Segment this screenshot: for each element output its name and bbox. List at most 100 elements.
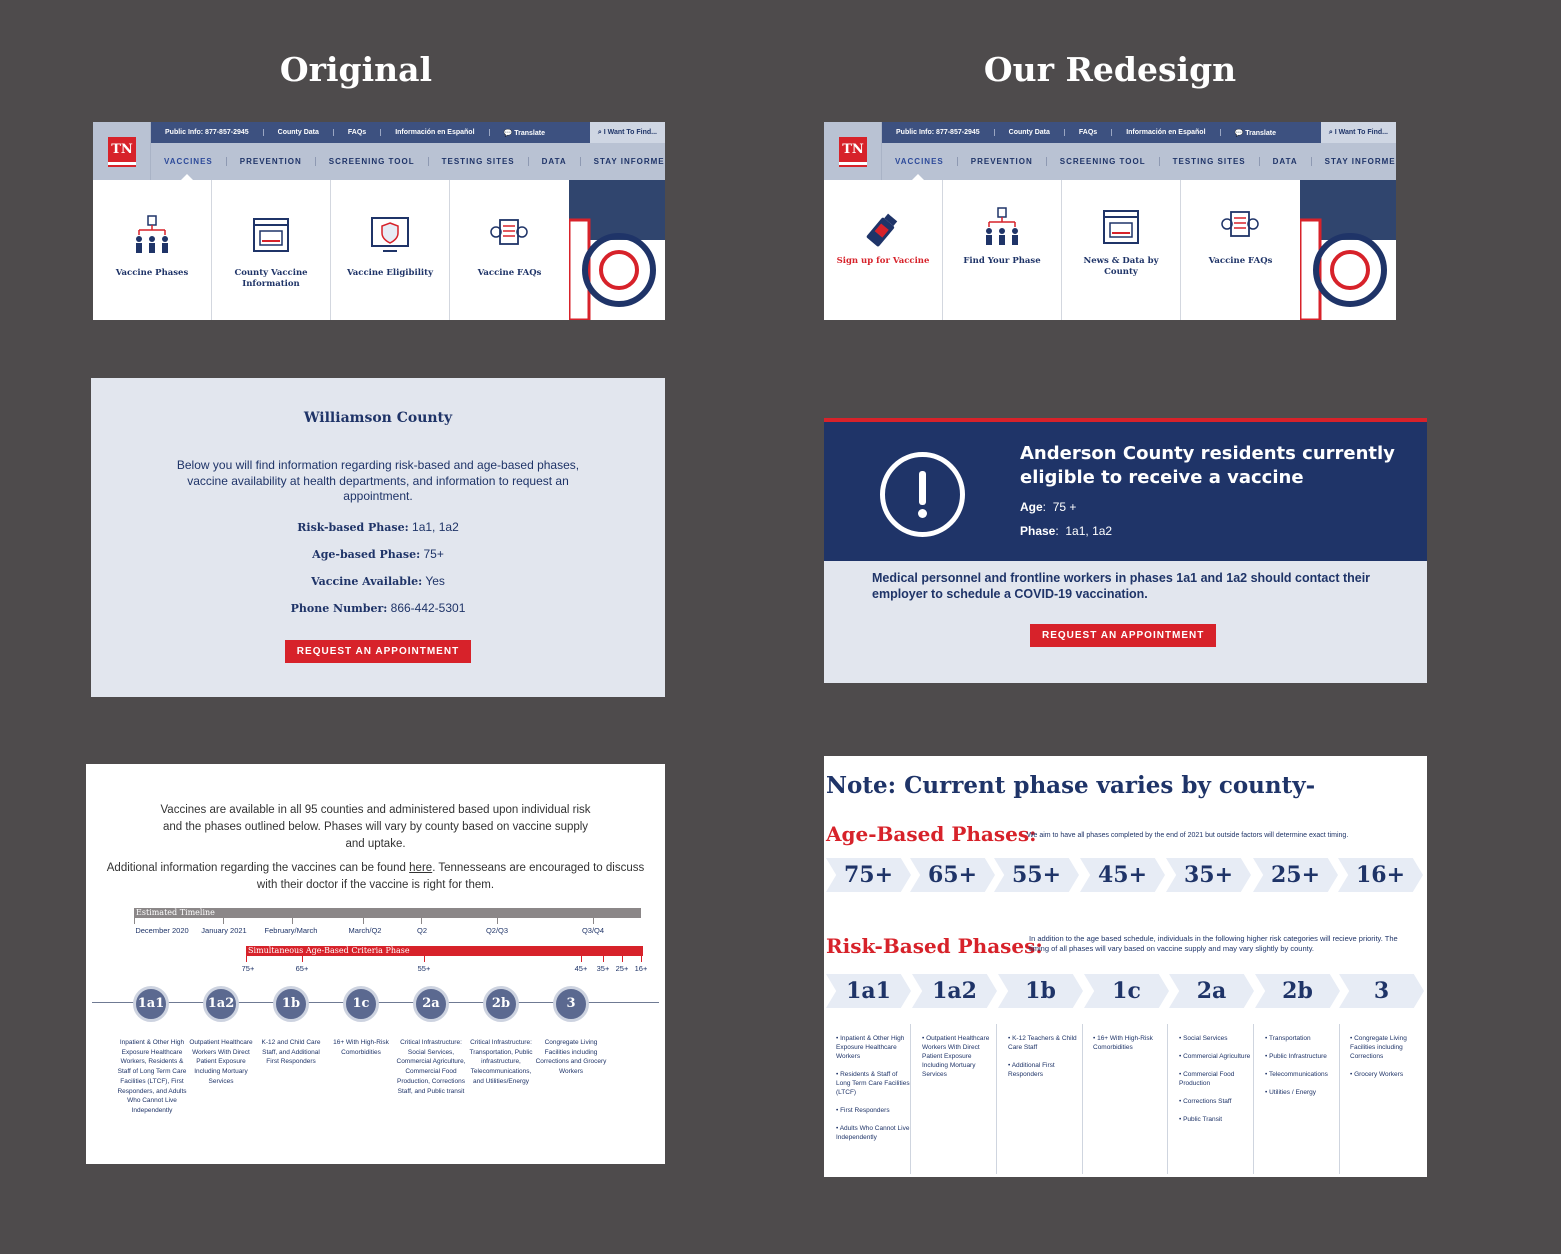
phase-desc: Critical Infrastructure: Transportation,…: [469, 1039, 533, 1085]
age-label: 35+: [596, 964, 610, 973]
shield-icon: [371, 217, 409, 252]
list-item: • Social Services: [1179, 1035, 1228, 1042]
eligibility-banner: Anderson County residents currently elig…: [824, 418, 1427, 561]
menu-screening-tool[interactable]: SCREENING TOOL: [316, 157, 429, 166]
phase-circle-1c[interactable]: 1c: [343, 986, 379, 1022]
request-appointment-button[interactable]: REQUEST AN APPOINTMENT: [1030, 624, 1217, 647]
tn-logo[interactable]: TN: [824, 122, 882, 180]
phase-circle-2a[interactable]: 2a: [413, 986, 449, 1022]
age-row: Age: 75 +: [1020, 500, 1077, 514]
age-label: 25+: [615, 964, 629, 973]
age-based-title: Age-Based Phases:: [826, 822, 1037, 846]
risk-column-3: • Congregate Living Facilities including…: [1340, 1024, 1425, 1174]
utility-bar: Public Info: 877-857-2945 County Data FA…: [882, 122, 1396, 143]
menu-testing-sites[interactable]: TESTING SITES: [429, 157, 529, 166]
age-chevron: 55+: [994, 858, 1079, 892]
age-chevron: 75+: [826, 858, 911, 892]
util-public-info[interactable]: Public Info: 877-857-2945: [882, 129, 995, 136]
clipboard-icon: [1221, 211, 1259, 237]
menu-stay-informed[interactable]: STAY INFORMED: [581, 157, 665, 166]
risk-column-2b: • Transportation • Public Infrastructure…: [1255, 1024, 1340, 1174]
main-menu: VACCINES PREVENTION SCREENING TOOL TESTI…: [882, 143, 1396, 180]
tn-logo[interactable]: TN: [93, 122, 151, 180]
phase-circle-1b[interactable]: 1b: [273, 986, 309, 1022]
original-dropdown: Vaccine Phases County Vaccine Informatio…: [93, 180, 569, 320]
menu-prevention[interactable]: PREVENTION: [227, 157, 316, 166]
util-county-data[interactable]: County Data: [995, 129, 1065, 136]
list-item: • Utilities / Energy: [1265, 1089, 1317, 1096]
list-item: • 16+ With High-Risk Comorbidities: [1093, 1035, 1153, 1051]
util-public-info[interactable]: Public Info: 877-857-2945: [151, 129, 264, 136]
phase-circle-3[interactable]: 3: [553, 986, 589, 1022]
employer-note: Medical personnel and frontline workers …: [872, 571, 1371, 601]
menu-stay-informed[interactable]: STAY INFORMED: [1312, 157, 1396, 166]
risk-chevron: 1a2: [912, 974, 997, 1008]
dd-vaccine-eligibility[interactable]: Vaccine Eligibility: [331, 180, 450, 320]
util-translate[interactable]: 💬 Translate: [490, 129, 559, 137]
find-button[interactable]: ⌕ I Want To Find...: [1320, 122, 1396, 143]
age-chevron: 45+: [1080, 858, 1165, 892]
computer-icon: [253, 218, 289, 252]
menu-prevention[interactable]: PREVENTION: [958, 157, 1047, 166]
risk-chevron: 1c: [1084, 974, 1169, 1008]
list-item: • Public Transit: [1179, 1116, 1223, 1123]
menu-data[interactable]: DATA: [529, 157, 581, 166]
dd-news-data-county[interactable]: News & Data by County: [1062, 180, 1181, 320]
list-item: • Public Infrastructure: [1265, 1053, 1327, 1060]
phase-circle-1a1[interactable]: 1a1: [133, 986, 169, 1022]
menu-testing-sites[interactable]: TESTING SITES: [1160, 157, 1260, 166]
vaccine-available-row: Vaccine Available: Yes: [311, 573, 445, 588]
list-item: • First Responders: [836, 1107, 890, 1114]
risk-chevron: 2a: [1169, 974, 1254, 1008]
util-translate[interactable]: 💬 Translate: [1221, 129, 1290, 137]
util-faqs[interactable]: FAQs: [1065, 129, 1113, 136]
age-chevron: 35+: [1166, 858, 1251, 892]
date-label: January 2021: [201, 926, 247, 935]
list-item: • K-12 Teachers & Child Care Staff: [1008, 1035, 1077, 1051]
age-phase-row: Age-based Phase: 75+: [312, 546, 444, 561]
risk-column-2a: • Social Services • Commercial Agricultu…: [1169, 1024, 1254, 1174]
phase-desc: Outpatient Healthcare Workers With Direc…: [189, 1039, 253, 1085]
list-item: • Telecommunications: [1265, 1071, 1328, 1078]
menu-vaccines[interactable]: VACCINES: [882, 157, 958, 166]
find-button[interactable]: ⌕ I Want To Find...: [589, 122, 665, 143]
list-item: • Additional First Responders: [1008, 1062, 1055, 1078]
dd-vaccine-faqs[interactable]: Vaccine FAQs: [1181, 180, 1300, 320]
dd-find-your-phase[interactable]: Find Your Phase: [943, 180, 1062, 320]
list-item: • Residents & Staff of Long Term Care Fa…: [836, 1071, 910, 1096]
background-image: [567, 180, 665, 320]
estimated-timeline-bar: Estimated Timeline: [134, 908, 641, 918]
dd-vaccine-faqs[interactable]: Vaccine FAQs: [450, 180, 569, 320]
risk-chevron: 2b: [1255, 974, 1340, 1008]
date-label: Q3/Q4: [581, 926, 605, 935]
dd-vaccine-phases[interactable]: Vaccine Phases: [93, 180, 212, 320]
phase-circle-1a2[interactable]: 1a2: [203, 986, 239, 1022]
dd-sign-up-vaccine[interactable]: Sign up for Vaccine: [824, 180, 943, 320]
request-appointment-button[interactable]: REQUEST AN APPOINTMENT: [284, 639, 472, 663]
phone-number-row: Phone Number: 866-442-5301: [290, 600, 466, 615]
date-label: Q2/Q3: [485, 926, 509, 935]
menu-vaccines[interactable]: VACCINES: [151, 157, 227, 166]
utility-bar: Public Info: 877-857-2945 County Data FA…: [151, 122, 665, 143]
util-county-data[interactable]: County Data: [264, 129, 334, 136]
date-label: December 2020: [135, 926, 189, 935]
redesign-nav-panel: TN Public Info: 877-857-2945 County Data…: [824, 122, 1396, 320]
phases-org-icon: [986, 207, 1018, 245]
list-item: • Congregate Living Facilities including…: [1350, 1035, 1407, 1060]
age-label: 16+: [634, 964, 648, 973]
menu-data[interactable]: DATA: [1260, 157, 1312, 166]
util-espanol[interactable]: Información en Español: [381, 129, 490, 136]
phase-desc: K-12 and Child Care Staff, and Additiona…: [261, 1039, 321, 1066]
util-espanol[interactable]: Información en Español: [1112, 129, 1221, 136]
dd-county-vaccine-info[interactable]: County Vaccine Information: [212, 180, 331, 320]
risk-chevron: 1a1: [826, 974, 911, 1008]
util-faqs[interactable]: FAQs: [334, 129, 382, 136]
date-label: Q2: [416, 926, 428, 935]
menu-screening-tool[interactable]: SCREENING TOOL: [1047, 157, 1160, 166]
list-item: • Commercial Agriculture: [1179, 1053, 1251, 1060]
here-link[interactable]: here: [409, 862, 432, 874]
age-label: 65+: [295, 964, 309, 973]
phase-circle-2b[interactable]: 2b: [483, 986, 519, 1022]
vaccine-vial-icon: [866, 213, 898, 247]
original-timeline-card: Vaccines are available in all 95 countie…: [86, 764, 665, 1164]
